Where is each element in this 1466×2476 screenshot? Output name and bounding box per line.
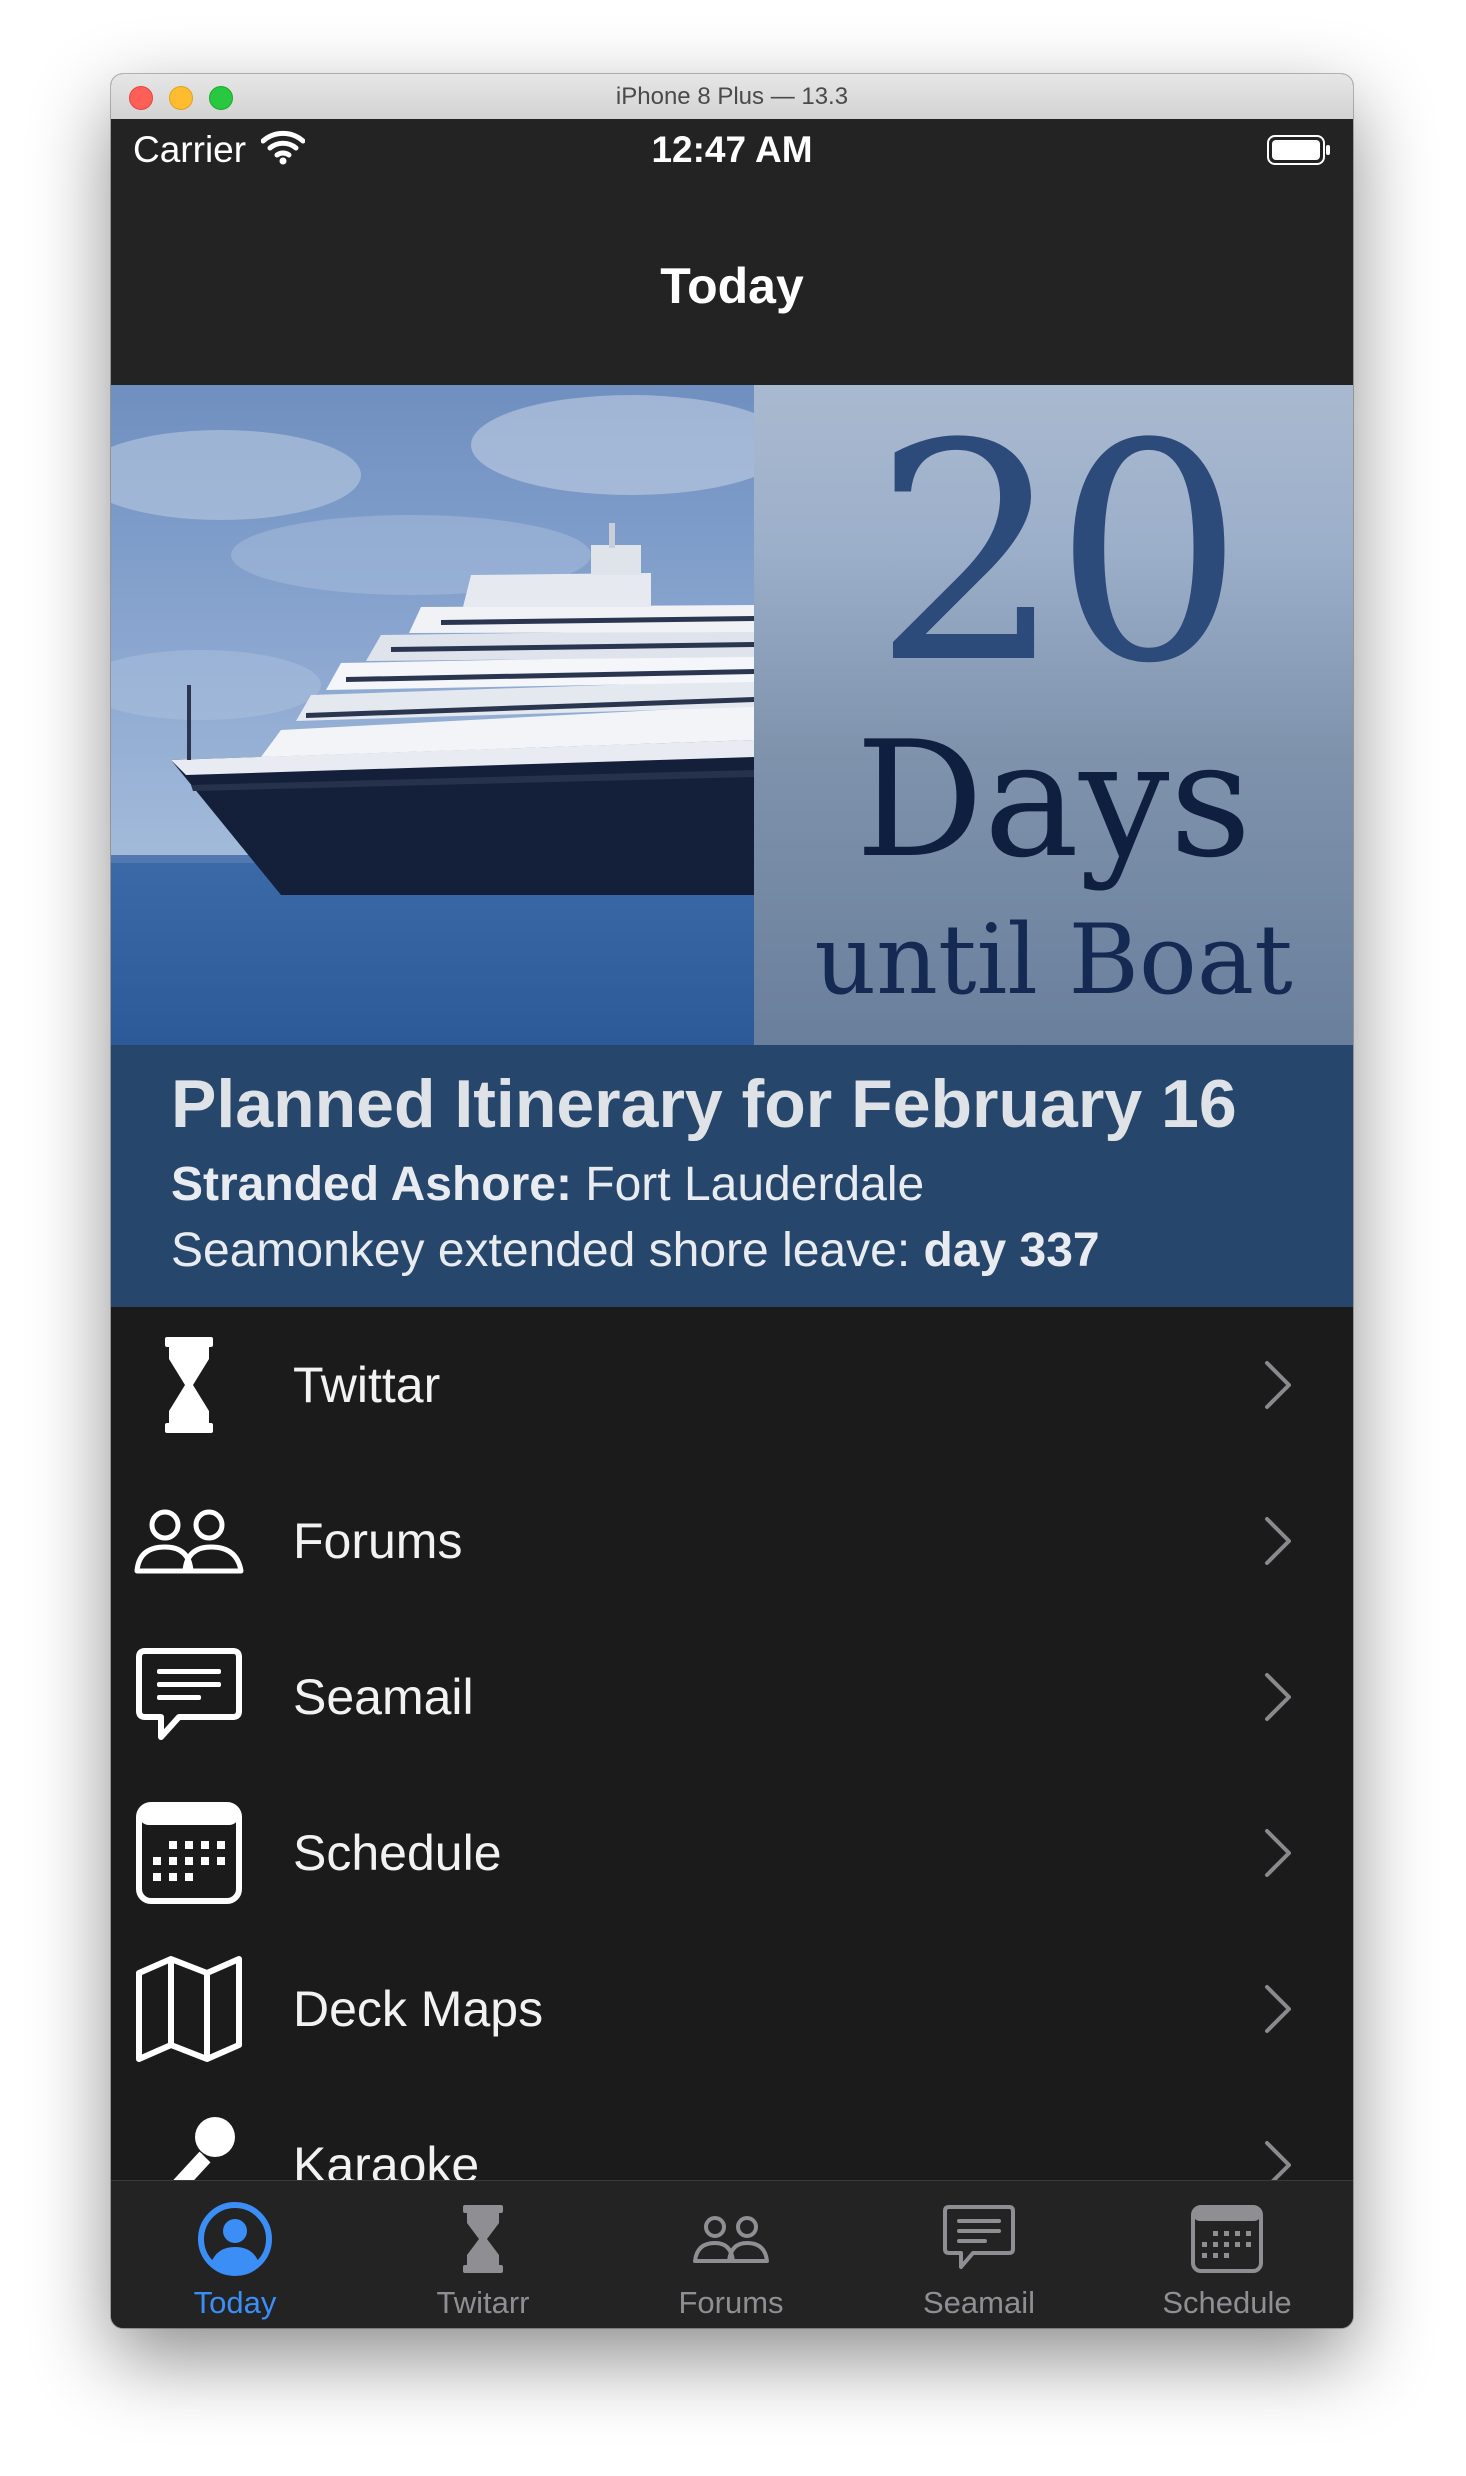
page-title: Today — [660, 258, 804, 314]
shore-leave-label: Seamonkey extended shore leave: — [171, 1224, 924, 1277]
status-bar: Carrier 12:47 AM — [111, 119, 1353, 181]
countdown-panel: 20 Days until Boat — [754, 385, 1353, 1045]
cruise-ship-photo — [111, 385, 754, 1045]
tab-label: Today — [193, 2285, 277, 2320]
hourglass-icon — [165, 1337, 213, 1433]
chevron-right-icon — [1265, 1361, 1291, 1409]
itinerary-location: Stranded Ashore: Fort Lauderdale — [171, 1157, 924, 1212]
tab-seamail[interactable]: Seamail — [855, 2181, 1103, 2328]
tab-bar: Today Twitarr Forums Seamail Schedule — [111, 2180, 1353, 2328]
shore-leave-value: day 337 — [923, 1224, 1100, 1277]
tab-today[interactable]: Today — [111, 2181, 359, 2328]
status-time: 12:47 AM — [651, 129, 813, 170]
chat-bubble-icon — [943, 2205, 1015, 2269]
location-label: Stranded Ashore: — [171, 1158, 572, 1211]
tab-label: Twitarr — [436, 2285, 530, 2320]
tab-twitarr[interactable]: Twitarr — [359, 2181, 607, 2328]
chevron-right-icon — [1265, 1517, 1291, 1565]
calendar-icon — [1191, 2205, 1263, 2273]
people-icon — [693, 2216, 769, 2263]
menu-label: Forums — [293, 1513, 463, 1569]
navigation-bar: Today — [111, 181, 1353, 386]
menu-row-schedule[interactable]: Schedule — [111, 1775, 1353, 1931]
tab-label: Forums — [678, 2285, 784, 2320]
chat-bubble-icon — [136, 1648, 242, 1740]
battery-icon — [1267, 135, 1330, 165]
tab-label: Seamail — [923, 2285, 1035, 2320]
countdown-caption: until Boat — [814, 904, 1293, 1016]
countdown-unit: Days — [855, 706, 1252, 893]
map-icon — [136, 1956, 242, 2062]
menu-label: Seamail — [293, 1669, 474, 1725]
itinerary-shore-leave: Seamonkey extended shore leave: day 337 — [171, 1223, 1100, 1278]
window-titlebar: iPhone 8 Plus — 13.3 — [111, 74, 1353, 120]
hourglass-icon — [463, 2205, 503, 2273]
window-title: iPhone 8 Plus — 13.3 — [615, 83, 849, 110]
itinerary-panel: Planned Itinerary for February 16 Strand… — [111, 1045, 1353, 1307]
menu-label: Twittar — [293, 1357, 441, 1413]
today-menu-list: Twittar Forums Seamail Schedule Deck Map… — [111, 1307, 1353, 2255]
person-circle-icon — [198, 2202, 272, 2276]
tab-schedule[interactable]: Schedule — [1103, 2181, 1351, 2328]
menu-label: Deck Maps — [293, 1981, 544, 2037]
chevron-right-icon — [1265, 1985, 1291, 2033]
people-icon — [134, 1509, 244, 1574]
menu-row-seamail[interactable]: Seamail — [111, 1619, 1353, 1775]
countdown-banner: 20 Days until Boat — [111, 385, 1353, 1045]
chevron-right-icon — [1265, 1829, 1291, 1877]
tab-forums[interactable]: Forums — [607, 2181, 855, 2328]
menu-row-twittar[interactable]: Twittar — [111, 1307, 1353, 1463]
simulator-window: iPhone 8 Plus — 13.3 Carrier 12:47 AM To… — [111, 74, 1353, 2328]
menu-row-forums[interactable]: Forums — [111, 1463, 1353, 1619]
tab-label: Schedule — [1162, 2285, 1292, 2320]
chevron-right-icon — [1265, 1673, 1291, 1721]
location-value: Fort Lauderdale — [571, 1158, 925, 1211]
menu-row-deck-maps[interactable]: Deck Maps — [111, 1931, 1353, 2087]
countdown-number: 20 — [872, 380, 1245, 729]
itinerary-title: Planned Itinerary for February 16 — [171, 1066, 1237, 1142]
calendar-icon — [136, 1802, 242, 1904]
menu-label: Schedule — [293, 1825, 502, 1881]
